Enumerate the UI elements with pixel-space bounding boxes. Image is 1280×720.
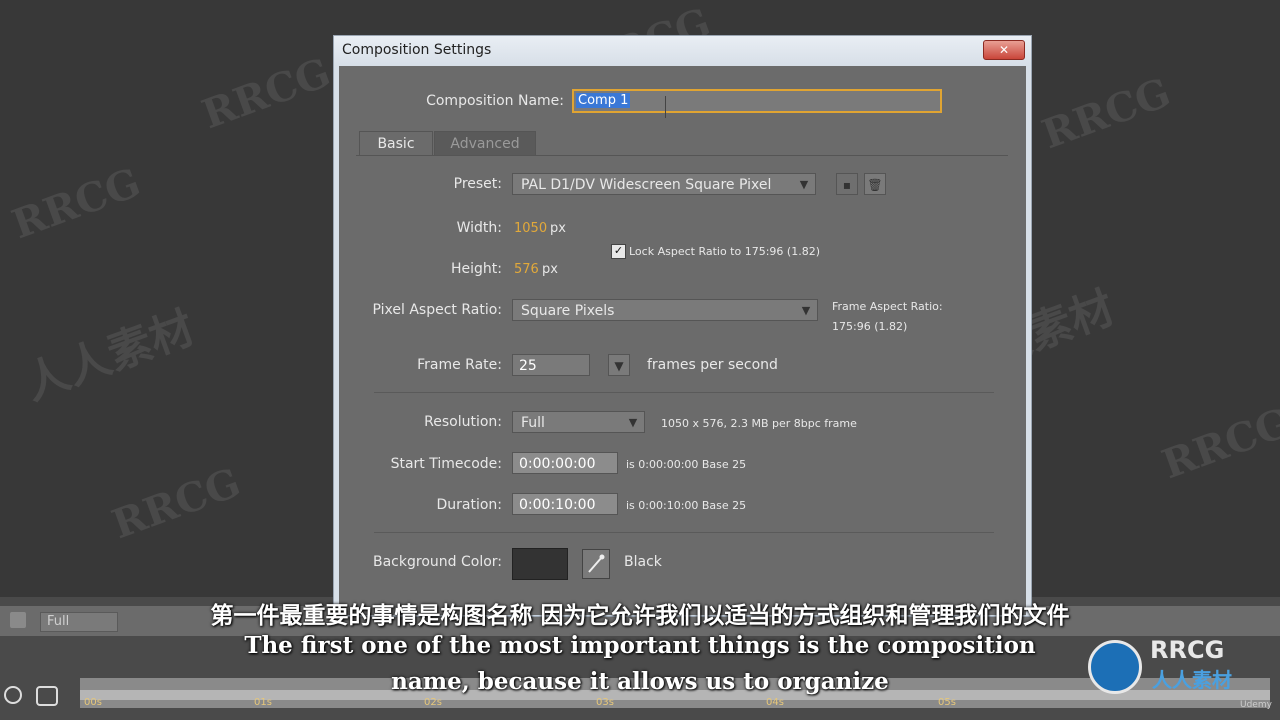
- bg-color-label: Background Color:: [373, 554, 502, 570]
- window-frame-left: [334, 66, 339, 616]
- frame-rate-input[interactable]: 25: [512, 354, 590, 376]
- duration-input[interactable]: 0:00:10:00: [512, 493, 618, 515]
- close-button[interactable]: ✕: [983, 40, 1025, 60]
- trash-icon[interactable]: 🗑: [864, 173, 886, 195]
- tab-basic[interactable]: Basic: [359, 131, 433, 156]
- resolution-dropdown[interactable]: Full ▼: [512, 411, 645, 433]
- divider: [374, 392, 994, 393]
- width-value[interactable]: 1050: [514, 221, 547, 236]
- time-tick: 03s: [596, 697, 614, 708]
- par-value: Square Pixels: [521, 303, 615, 319]
- rrcg-logo-subtext: 人人素材: [1152, 668, 1232, 692]
- bg-color-swatch[interactable]: [512, 548, 568, 580]
- preset-value: PAL D1/DV Widescreen Square Pixel: [521, 177, 772, 193]
- width-unit: px: [550, 221, 566, 236]
- chevron-down-icon: ▼: [628, 416, 638, 429]
- height-label: Height:: [451, 261, 502, 277]
- lock-aspect-checkbox[interactable]: ✓: [611, 244, 626, 259]
- time-tick: 01s: [254, 697, 272, 708]
- comp-name-input[interactable]: Comp 1: [572, 89, 942, 113]
- eyedropper-icon[interactable]: [582, 549, 610, 579]
- frame-aspect-label: Frame Aspect Ratio:: [832, 300, 943, 313]
- save-preset-icon[interactable]: ▪: [836, 173, 858, 195]
- lock-aspect-label: Lock Aspect Ratio to 175:96 (1.82): [629, 245, 820, 258]
- comp-name-label: Composition Name:: [426, 93, 564, 109]
- rrcg-logo-text: RRCG: [1150, 636, 1225, 664]
- resolution-label: Resolution:: [424, 414, 502, 430]
- par-label: Pixel Aspect Ratio:: [372, 302, 503, 318]
- preset-label: Preset:: [453, 176, 502, 192]
- frame-rate-unit: frames per second: [647, 357, 778, 373]
- title-bar[interactable]: Composition Settings ✕: [334, 36, 1031, 66]
- frame-rate-label: Frame Rate:: [417, 357, 502, 373]
- par-dropdown[interactable]: Square Pixels ▼: [512, 299, 818, 321]
- width-label: Width:: [456, 220, 502, 236]
- chevron-down-icon: ▼: [801, 304, 811, 317]
- time-tick: 04s: [766, 697, 784, 708]
- time-tick: 00s: [84, 697, 102, 708]
- chevron-down-icon: ▼: [799, 178, 809, 191]
- resolution-info: 1050 x 576, 2.3 MB per 8bpc frame: [661, 417, 857, 430]
- time-tick: 05s: [938, 697, 956, 708]
- start-timecode-label: Start Timecode:: [390, 456, 502, 472]
- frame-rate-dropdown-button[interactable]: ▼: [608, 354, 630, 376]
- rrcg-logo-icon: [1088, 640, 1142, 694]
- comp-name-value: Comp 1: [576, 93, 631, 108]
- text-cursor-icon: [665, 96, 668, 118]
- divider: [374, 532, 994, 533]
- duration-label: Duration:: [436, 497, 502, 513]
- height-unit: px: [542, 262, 558, 277]
- height-value[interactable]: 576: [514, 262, 539, 277]
- dialog-title: Composition Settings: [342, 42, 492, 58]
- time-tick: 02s: [424, 697, 442, 708]
- frame-aspect-value: 175:96 (1.82): [832, 320, 908, 333]
- subtitle-chinese: 第一件最重要的事情是构图名称 因为它允许我们以适当的方式组织和管理我们的文件: [210, 603, 1070, 629]
- composition-settings-dialog: Composition Settings ✕ Composition Name:…: [333, 35, 1032, 617]
- start-timecode-info: is 0:00:00:00 Base 25: [626, 458, 747, 471]
- start-timecode-input[interactable]: 0:00:00:00: [512, 452, 618, 474]
- window-frame-right: [1026, 66, 1031, 616]
- preset-dropdown[interactable]: PAL D1/DV Widescreen Square Pixel ▼: [512, 173, 816, 195]
- udemy-watermark: Udemy: [1240, 700, 1272, 710]
- duration-info: is 0:00:10:00 Base 25: [626, 499, 747, 512]
- resolution-value: Full: [521, 415, 545, 431]
- tab-advanced[interactable]: Advanced: [434, 131, 536, 156]
- subtitle-english-line1: The first one of the most important thin…: [244, 632, 1036, 659]
- bg-color-name: Black: [624, 554, 662, 570]
